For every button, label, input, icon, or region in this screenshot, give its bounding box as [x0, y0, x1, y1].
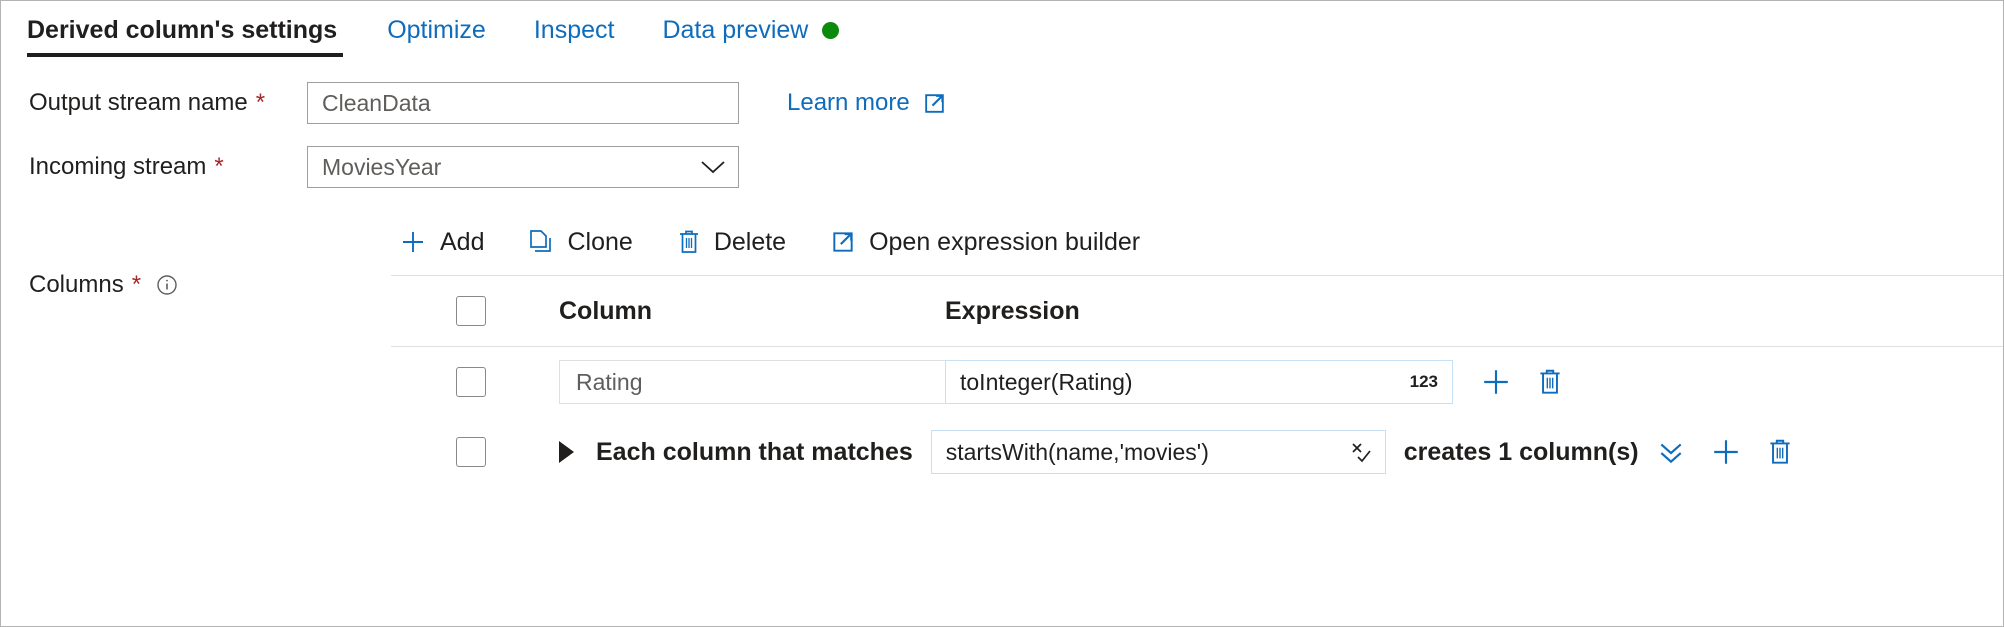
expression-header-label: Expression	[945, 297, 1080, 326]
open-expression-builder-label: Open expression builder	[869, 228, 1140, 257]
double-chevron-down-icon[interactable]	[1657, 439, 1685, 465]
delete-label: Delete	[714, 228, 786, 257]
required-asterisk: *	[214, 155, 223, 179]
required-asterisk: *	[256, 91, 265, 115]
row-actions	[1657, 437, 1793, 467]
clone-label: Clone	[567, 228, 632, 257]
select-all-cell	[391, 296, 526, 326]
columns-panel: Add Clone	[391, 209, 2003, 487]
incoming-stream-dropdown[interactable]: MoviesYear	[307, 146, 739, 188]
plus-icon	[399, 228, 427, 256]
expression-input[interactable]: toInteger(Rating) 123	[945, 360, 1453, 404]
open-expression-builder-button[interactable]: Open expression builder	[830, 228, 1140, 257]
tab-label: Optimize	[387, 16, 486, 44]
row-checkbox[interactable]	[456, 437, 486, 467]
column-header-label: Column	[559, 297, 652, 326]
status-dot-icon	[822, 22, 839, 39]
row-select-cell	[391, 367, 526, 397]
label-text: Columns	[29, 271, 124, 299]
incoming-stream-value: MoviesYear	[322, 154, 441, 181]
clone-button[interactable]: Clone	[528, 228, 632, 257]
label-text: Output stream name	[29, 89, 248, 117]
tab-label: Data preview	[662, 15, 808, 45]
output-stream-input[interactable]: CleanData	[307, 82, 739, 124]
trash-icon	[677, 228, 701, 256]
columns-label: Columns *	[29, 271, 179, 299]
add-label: Add	[440, 228, 484, 257]
row-actions	[1481, 367, 1563, 397]
output-stream-value: CleanData	[322, 90, 431, 117]
creates-columns-label: creates 1 column(s)	[1404, 438, 1639, 467]
info-icon[interactable]	[155, 273, 179, 297]
chevron-down-icon	[700, 159, 726, 175]
type-badge-integer: 123	[1410, 372, 1438, 392]
table-row: Each column that matches startsWith(name…	[391, 417, 2003, 487]
tab-optimize[interactable]: Optimize	[387, 1, 508, 61]
delete-row-button[interactable]	[1767, 437, 1793, 467]
tab-data-preview[interactable]: Data preview	[662, 1, 839, 61]
tab-bar: Derived column's settings Optimize Inspe…	[1, 1, 2003, 71]
clone-icon	[528, 228, 554, 256]
columns-toolbar: Add Clone	[391, 209, 2003, 276]
column-name-value: Rating	[576, 369, 642, 396]
row-select-cell	[391, 437, 526, 467]
tab-inspect[interactable]: Inspect	[534, 1, 637, 61]
expression-value: toInteger(Rating)	[960, 369, 1133, 396]
output-stream-label: Output stream name *	[1, 89, 307, 117]
incoming-stream-label: Incoming stream *	[1, 153, 307, 181]
table-row: Rating toInteger(Rating) 123	[391, 347, 2003, 417]
delete-row-button[interactable]	[1537, 367, 1563, 397]
type-badge-boolean	[1349, 440, 1373, 464]
row-checkbox[interactable]	[456, 367, 486, 397]
open-in-new-icon	[922, 91, 947, 116]
tab-label: Derived column's settings	[27, 16, 337, 44]
stream-form: Output stream name * CleanData Learn mor…	[1, 71, 2003, 199]
table-header-row: Column Expression	[391, 276, 2003, 347]
required-asterisk: *	[132, 273, 141, 297]
label-text: Incoming stream	[29, 153, 206, 181]
derived-column-settings-panel: Derived column's settings Optimize Inspe…	[0, 0, 2004, 627]
incoming-stream-row: Incoming stream * MoviesYear	[1, 135, 2003, 199]
open-in-new-icon	[830, 229, 856, 255]
tab-derived-column-settings[interactable]: Derived column's settings	[27, 1, 343, 61]
each-column-that-matches-label: Each column that matches	[596, 438, 913, 467]
learn-more-link[interactable]: Learn more	[787, 89, 947, 117]
add-row-button[interactable]	[1481, 367, 1511, 397]
add-button[interactable]: Add	[399, 228, 484, 257]
tab-label: Inspect	[534, 16, 615, 44]
learn-more-label: Learn more	[787, 89, 910, 117]
delete-button[interactable]: Delete	[677, 228, 786, 257]
add-row-button[interactable]	[1711, 437, 1741, 467]
output-stream-row: Output stream name * CleanData Learn mor…	[1, 71, 2003, 135]
select-all-checkbox[interactable]	[456, 296, 486, 326]
pattern-expression-value: startsWith(name,'movies')	[946, 439, 1209, 466]
pattern-expression-input[interactable]: startsWith(name,'movies')	[931, 430, 1386, 474]
expand-triangle-icon[interactable]	[559, 441, 574, 463]
